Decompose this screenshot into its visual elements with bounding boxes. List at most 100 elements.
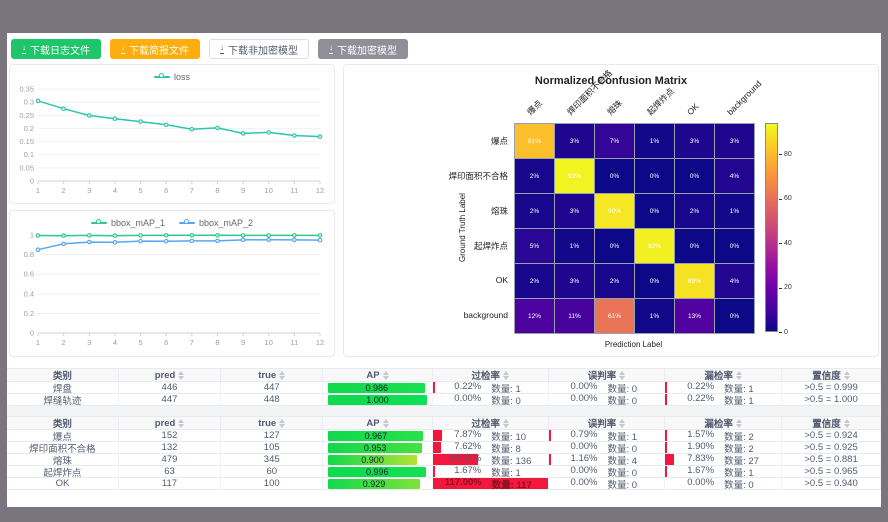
sort-icon: [619, 371, 625, 380]
column-header-pred[interactable]: pred: [119, 368, 221, 382]
matrix-cell: 61%: [595, 299, 634, 333]
column-header-label: AP: [366, 370, 379, 381]
ap-cell: 0.953: [323, 442, 432, 454]
pred-cell: 152: [119, 430, 221, 442]
series-line-bbox_mAP_2: [38, 240, 320, 250]
miss-rate-cell: 1.90%数量: 2: [665, 442, 782, 454]
column-header-true[interactable]: true: [221, 368, 323, 382]
confusion-matrix-panel: Normalized Confusion Matrix Ground Truth…: [343, 64, 879, 357]
miss-rate-percent: 1.57%: [678, 430, 714, 442]
category-cell: 爆点: [7, 430, 119, 442]
misjudge-rate-cell: 0.00%数量: 0: [549, 442, 665, 454]
download-button-3[interactable]: ↓下载加密模型: [318, 39, 408, 59]
true-cell: 105: [221, 442, 323, 454]
metrics-table-defects: 类别predtrueAP过检率误判率漏检率置信度爆点1521270.9677.8…: [7, 416, 881, 490]
confidence-cell: >0.5 = 0.965: [782, 466, 881, 478]
column-header-label: pred: [155, 418, 176, 429]
download-button-0[interactable]: ↓下载日志文件: [11, 39, 101, 59]
legend-item-bbox_mAP_2[interactable]: bbox_mAP_2: [179, 218, 253, 228]
confidence-cell: >0.5 = 0.925: [782, 442, 881, 454]
sort-down-caret: [736, 424, 742, 428]
matrix-row-label: 爆点: [438, 135, 508, 147]
ap-bar: 1.000: [328, 395, 426, 405]
true-cell: 447: [221, 382, 323, 394]
data-point: [216, 234, 219, 237]
column-header-over-rate[interactable]: 过检率: [433, 368, 549, 382]
matrix-cell: 3%: [555, 124, 594, 158]
legend-item-loss[interactable]: loss: [154, 72, 190, 82]
download-button-1[interactable]: ↓下载简报文件: [110, 39, 200, 59]
x-axis-tick-label: 6: [164, 186, 168, 195]
data-point: [293, 234, 296, 237]
miss-rate-cell: 1.67%数量: 1: [665, 466, 782, 478]
ap-bar: 0.953: [328, 443, 422, 453]
map-chart-panel: bbox_mAP_1bbox_mAP_2 00.20.40.60.8112345…: [9, 210, 335, 357]
sort-up-caret: [619, 371, 625, 375]
sort-icon: [279, 371, 285, 380]
sort-up-caret: [178, 371, 184, 375]
legend-item-bbox_mAP_1[interactable]: bbox_mAP_1: [91, 218, 165, 228]
misjudge-rate-cell: 0.00%数量: 0: [549, 382, 665, 394]
x-axis-tick-label: 7: [190, 338, 194, 347]
colorbar-tick: [779, 243, 782, 244]
legend-label: bbox_mAP_2: [199, 218, 253, 228]
column-header-pred[interactable]: pred: [119, 416, 221, 430]
true-cell: 60: [221, 466, 323, 478]
column-header-true[interactable]: true: [221, 416, 323, 430]
ap-bar: 0.900: [328, 455, 416, 465]
data-point: [267, 131, 270, 134]
sort-up-caret: [383, 371, 389, 375]
matrix-cell: 0%: [675, 159, 714, 193]
column-header-ap[interactable]: AP: [323, 368, 432, 382]
misjudge-rate-value: 0.00%数量: 0: [549, 442, 664, 454]
x-axis-tick-label: 1: [36, 338, 40, 347]
matrix-cell: 2%: [515, 264, 554, 298]
y-axis-tick-label: 1: [30, 231, 34, 240]
column-header-confidence[interactable]: 置信度: [782, 368, 881, 382]
sort-icon: [736, 419, 742, 428]
y-axis-tick-label: 0.8: [24, 250, 34, 259]
over-rate-cell: 39.42%数量: 136: [433, 454, 549, 466]
miss-rate-value: 0.00%数量: 0: [665, 478, 781, 490]
column-header-miss-rate[interactable]: 漏检率: [665, 416, 782, 430]
colorbar-tick: [779, 199, 782, 200]
ap-cell: 0.900: [323, 454, 432, 466]
matrix-column-label: 熔珠: [605, 99, 623, 117]
pred-cell: 63: [119, 466, 221, 478]
data-point: [36, 234, 39, 237]
sort-icon: [844, 371, 850, 380]
confidence-cell: >0.5 = 0.881: [782, 454, 881, 466]
sort-icon: [279, 419, 285, 428]
misjudge-rate-count: 数量: 0: [607, 382, 651, 394]
x-axis-tick-label: 2: [62, 338, 66, 347]
over-rate-percent: 0.22%: [445, 382, 481, 394]
data-point: [113, 241, 116, 244]
column-header-miss-rate[interactable]: 漏检率: [665, 368, 782, 382]
sort-icon: [619, 419, 625, 428]
download-button-label: 下载日志文件: [30, 42, 90, 57]
x-axis-tick-label: 8: [215, 338, 219, 347]
column-header-ap[interactable]: AP: [323, 416, 432, 430]
column-header-misjudge-rate[interactable]: 误判率: [549, 416, 665, 430]
sort-down-caret: [844, 376, 850, 380]
y-axis-tick-label: 0.2: [24, 124, 34, 133]
true-cell: 100: [221, 478, 323, 490]
column-header-confidence[interactable]: 置信度: [782, 416, 881, 430]
y-axis-tick-label: 0.35: [19, 85, 34, 94]
column-header-over-rate[interactable]: 过检率: [433, 416, 549, 430]
misjudge-rate-value: 0.79%数量: 1: [549, 430, 664, 442]
misjudge-rate-cell: 0.00%数量: 0: [549, 466, 665, 478]
sort-down-caret: [619, 424, 625, 428]
pred-cell: 117: [119, 478, 221, 490]
miss-rate-percent: 0.22%: [678, 394, 714, 406]
ap-bar-track: 0.953: [323, 443, 431, 453]
x-axis-tick-label: 3: [87, 338, 91, 347]
sort-down-caret: [279, 424, 285, 428]
download-button-2[interactable]: ↓下载非加密模型: [209, 39, 309, 59]
miss-rate-count: 数量: 2: [724, 430, 768, 442]
data-point: [164, 234, 167, 237]
column-header-misjudge-rate[interactable]: 误判率: [549, 368, 665, 382]
matrix-cell: 0%: [715, 299, 754, 333]
sort-up-caret: [619, 419, 625, 423]
column-header-label: 类别: [53, 368, 72, 382]
